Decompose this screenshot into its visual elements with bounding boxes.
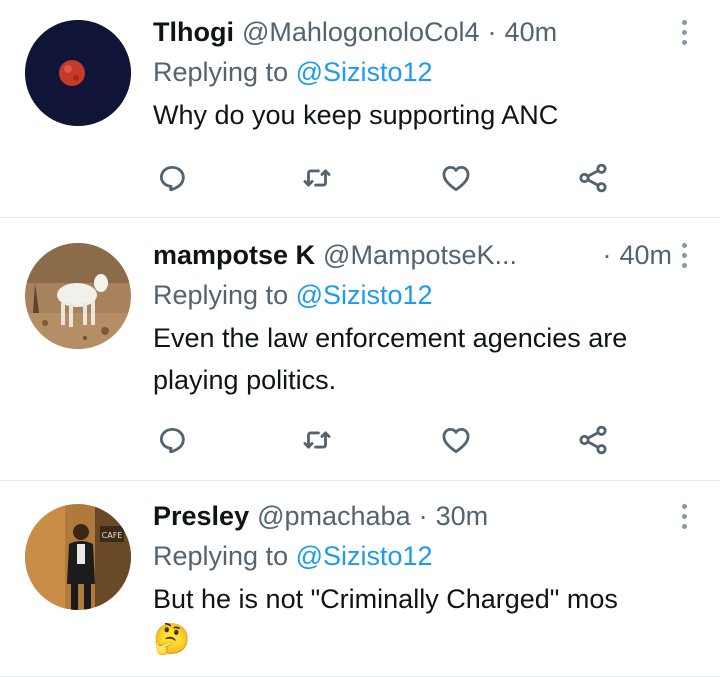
goat-photo-icon (25, 243, 131, 349)
avatar[interactable] (25, 20, 131, 126)
replying-to-line: Replying to @Sizisto12 (153, 538, 672, 574)
more-options-icon[interactable] (674, 237, 694, 273)
share-icon (579, 163, 607, 193)
thinking-face-emoji: 🤔 (153, 623, 191, 656)
display-name[interactable]: Presley (153, 498, 249, 534)
tweet[interactable]: mampotse K @MampotseK... · 40m Replying … (0, 218, 720, 481)
user-handle[interactable]: @pmachaba (257, 498, 411, 534)
avatar[interactable] (25, 243, 131, 349)
replying-to-label: Replying to (153, 57, 296, 87)
blood-moon-icon (25, 20, 131, 126)
tweet-text: Why do you keep supporting ANC (153, 100, 559, 130)
user-handle[interactable]: @MahlogonoloCol4 (242, 14, 480, 50)
retweet-button[interactable] (297, 158, 337, 198)
replying-to-link[interactable]: @Sizisto12 (296, 57, 433, 87)
tweet[interactable]: CAFE Presley @pmachaba · 30m Replying to… (0, 481, 720, 677)
retweet-icon (303, 431, 331, 449)
share-button[interactable] (573, 420, 613, 460)
retweet-icon (303, 169, 331, 187)
reply-icon (159, 165, 185, 192)
more-options-icon[interactable] (674, 498, 694, 534)
separator-dot: · (418, 501, 428, 531)
user-handle[interactable]: @MampotseK... (323, 237, 517, 273)
timestamp[interactable]: 30m (436, 498, 489, 534)
replying-to-line: Replying to @Sizisto12 (153, 277, 672, 313)
display-name[interactable]: Tlhogi (153, 14, 234, 50)
retweet-button[interactable] (297, 420, 337, 460)
tweet-actions (0, 158, 720, 198)
replying-to-label: Replying to (153, 541, 296, 571)
heart-icon (442, 165, 470, 192)
replying-to-link[interactable]: @Sizisto12 (296, 541, 433, 571)
replying-to-label: Replying to (153, 280, 296, 310)
tweet-actions (0, 420, 720, 460)
timestamp[interactable]: 40m (505, 14, 558, 50)
tweet-text: But he is not "Criminally Charged" mos (153, 584, 618, 614)
like-button[interactable] (436, 420, 476, 460)
heart-icon (442, 427, 470, 454)
reply-button[interactable] (152, 158, 192, 198)
share-icon (579, 425, 607, 455)
replying-to-line: Replying to @Sizisto12 (153, 54, 672, 90)
separator-dot: · (602, 240, 612, 270)
display-name[interactable]: mampotse K (153, 237, 315, 273)
timestamp[interactable]: 40m (619, 237, 672, 273)
like-button[interactable] (436, 158, 476, 198)
reply-icon (159, 427, 185, 454)
man-in-suit-photo-icon: CAFE (25, 504, 131, 610)
share-button[interactable] (573, 158, 613, 198)
replying-to-link[interactable]: @Sizisto12 (296, 280, 433, 310)
avatar-sign-text: CAFE (102, 531, 123, 540)
more-options-icon[interactable] (674, 14, 694, 50)
tweet-text: Even the law enforcement agencies are pl… (153, 323, 628, 395)
reply-button[interactable] (152, 420, 192, 460)
separator-dot: · (487, 17, 497, 47)
tweet[interactable]: Tlhogi @MahlogonoloCol4 · 40m Replying t… (0, 0, 720, 218)
avatar[interactable]: CAFE (25, 504, 131, 610)
